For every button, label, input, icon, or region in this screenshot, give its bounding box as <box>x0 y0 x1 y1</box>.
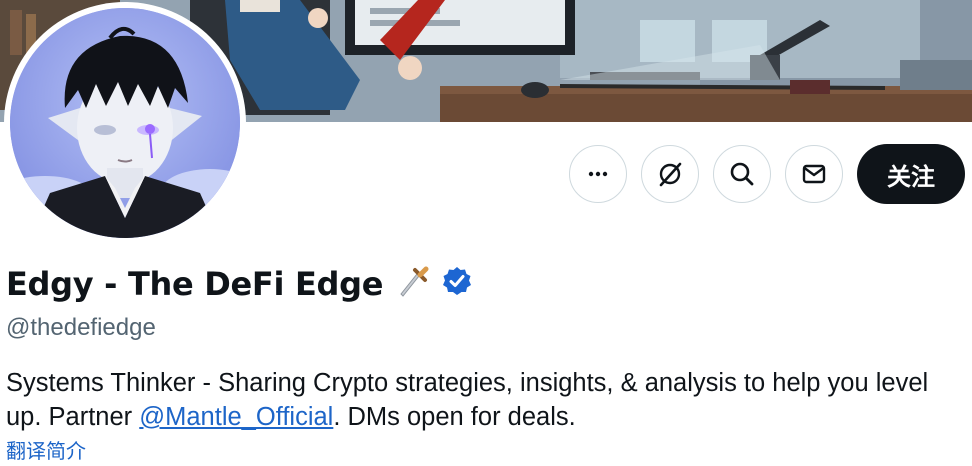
username-handle: @thedefiedge <box>6 314 156 341</box>
mail-icon <box>800 160 828 188</box>
display-name: Edgy - The DeFi Edge <box>6 264 384 303</box>
bio-text-end: . DMs open for deals. <box>333 403 576 431</box>
avatar[interactable] <box>4 2 246 244</box>
profile-bio: Systems Thinker - Sharing Crypto strateg… <box>6 366 966 434</box>
profile-actions: 关注 <box>569 144 965 204</box>
translate-bio-link[interactable]: 翻译简介 <box>6 436 86 466</box>
avatar-image <box>10 8 240 238</box>
more-button[interactable] <box>569 145 627 203</box>
follow-button[interactable]: 关注 <box>857 144 965 204</box>
search-icon <box>728 160 756 188</box>
verified-badge-icon[interactable] <box>441 265 473 302</box>
message-button[interactable] <box>785 145 843 203</box>
grok-button[interactable] <box>641 145 699 203</box>
search-button[interactable] <box>713 145 771 203</box>
grok-icon <box>655 159 685 189</box>
more-icon <box>586 162 610 186</box>
name-row: Edgy - The DeFi Edge <box>6 262 473 305</box>
bio-mention-link[interactable]: @Mantle_Official <box>139 403 333 431</box>
dagger-icon <box>393 262 431 305</box>
